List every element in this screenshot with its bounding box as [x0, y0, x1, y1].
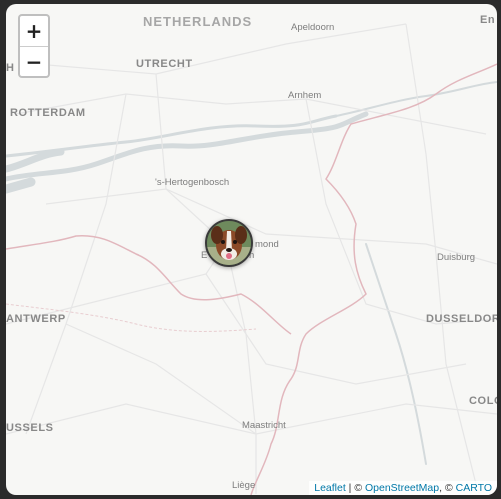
label-arnhem: Arnhem — [288, 90, 322, 101]
zoom-control: + − — [18, 14, 50, 78]
label-netherlands: NETHERLANDS — [143, 14, 253, 29]
zoom-out-button[interactable]: − — [20, 46, 48, 76]
openstreetmap-link[interactable]: OpenStreetMap — [365, 482, 439, 494]
label-dusseldorf: DUSSELDORF — [426, 313, 497, 325]
label-brussels: USSELS — [6, 422, 54, 434]
label-utrecht: UTRECHT — [136, 58, 193, 70]
label-edge-h: H — [6, 62, 15, 74]
dog-avatar-icon — [207, 221, 251, 265]
attribution-sep-1: | © — [345, 482, 365, 494]
label-hertogenbosch: 's-Hertogenbosch — [155, 177, 230, 188]
label-liege: Liège — [232, 480, 256, 491]
dog-avatar-marker[interactable] — [205, 219, 253, 267]
label-apeldoorn: Apeldoorn — [291, 22, 335, 33]
label-edge-en: En — [480, 14, 496, 26]
label-antwerp: ANTWERP — [6, 313, 66, 325]
map-canvas[interactable]: NETHERLANDS UTRECHT ROTTERDAM Apeldoorn … — [6, 4, 497, 495]
label-cologne: COLO — [469, 395, 497, 407]
zoom-in-button[interactable]: + — [20, 16, 48, 46]
label-rotterdam: ROTTERDAM — [10, 107, 86, 119]
carto-link[interactable]: CARTO — [456, 482, 492, 494]
label-helmond: mond — [255, 239, 279, 250]
map-attribution: Leaflet | © OpenStreetMap, © CARTO — [309, 481, 497, 495]
map-frame: NETHERLANDS UTRECHT ROTTERDAM Apeldoorn … — [0, 0, 501, 499]
attribution-sep-2: , © — [439, 482, 456, 494]
label-duisburg: Duisburg — [437, 252, 476, 263]
label-maastricht: Maastricht — [242, 420, 286, 431]
leaflet-link[interactable]: Leaflet — [314, 482, 346, 494]
